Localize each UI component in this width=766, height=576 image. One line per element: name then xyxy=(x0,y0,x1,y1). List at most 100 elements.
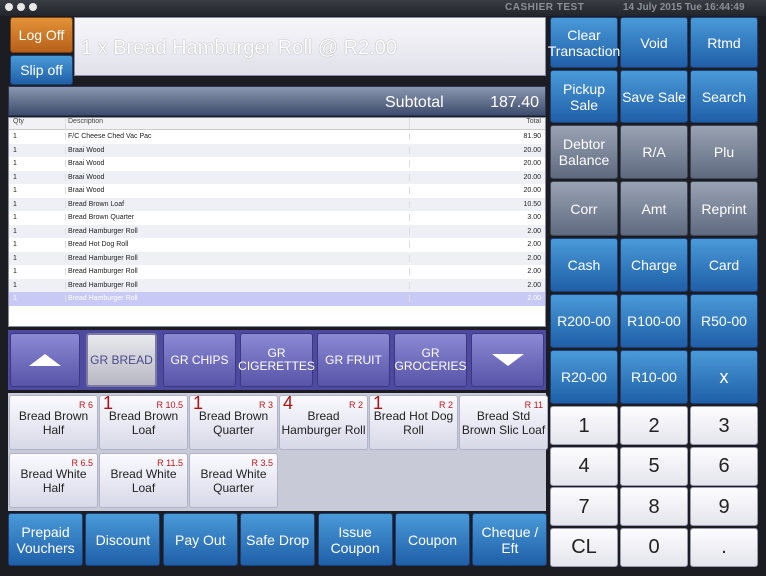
row-description: Braai Wood xyxy=(65,187,409,195)
product-name: Bread Hot Dog Roll xyxy=(373,408,454,437)
key-8[interactable]: 8 xyxy=(620,487,688,526)
decimal-key[interactable]: . xyxy=(690,527,758,567)
product-price: R 10.5 xyxy=(156,400,183,410)
row-qty: 1 xyxy=(13,160,17,168)
key-0[interactable]: 0 xyxy=(620,527,688,567)
description-header: Description xyxy=(65,118,409,129)
key-1[interactable]: 1 xyxy=(550,406,618,445)
r50-button[interactable]: R50-00 xyxy=(690,294,758,348)
row-total: 2.00 xyxy=(409,254,545,262)
table-row[interactable]: 1 Braai Wood 20.00 xyxy=(9,184,545,198)
arrow-down-icon xyxy=(491,354,524,366)
key-2[interactable]: 2 xyxy=(620,406,688,445)
product-button[interactable]: Bread Brown Half R 6 xyxy=(9,395,98,450)
row-total: 2.00 xyxy=(409,281,545,289)
product-button[interactable]: Bread White Quarter R 3.5 xyxy=(189,453,278,508)
scroll-down-button[interactable] xyxy=(471,333,544,387)
product-button[interactable]: Bread Std Brown Slic Loaf R 11 xyxy=(459,395,548,450)
row-description: Bread Hamburger Roll xyxy=(65,268,409,276)
table-row[interactable]: 1 Bread Brown Loaf 10.50 xyxy=(9,197,545,211)
category-gr-cigerettes[interactable]: GR CIGERETTES xyxy=(238,333,315,387)
product-button[interactable]: Bread Hot Dog Roll R 2 1 xyxy=(369,394,458,450)
search-button[interactable]: Search xyxy=(690,70,758,123)
r10-button[interactable]: R10-00 xyxy=(620,350,688,404)
category-gr-groceries[interactable]: GR GROCERIES xyxy=(394,333,467,387)
void-button[interactable]: Void xyxy=(620,17,688,68)
cheque-eft-button[interactable]: Cheque / Eft xyxy=(472,513,548,566)
key-7[interactable]: 7 xyxy=(550,487,618,526)
pay-out-button[interactable]: Pay Out xyxy=(162,513,238,566)
row-qty: 1 xyxy=(13,187,17,195)
table-row[interactable]: 1 Bread Hot Dog Roll 2.00 xyxy=(9,238,545,252)
clear-transaction-button[interactable]: Clear Transaction xyxy=(548,17,620,68)
table-row[interactable]: 1 F/C Cheese Ched Vac Pac 81.90 xyxy=(9,130,545,144)
discount-button[interactable]: Discount xyxy=(85,513,161,566)
r100-button[interactable]: R100-00 xyxy=(620,294,688,348)
product-button[interactable]: Bread Brown Quarter R 3 1 xyxy=(189,394,278,450)
r200-button[interactable]: R200-00 xyxy=(550,294,618,348)
issue-coupon-button[interactable]: Issue Coupon xyxy=(317,513,393,566)
subtotal-label: Subtotal xyxy=(385,94,444,111)
row-qty: 1 xyxy=(13,281,17,289)
safe-drop-button[interactable]: Safe Drop xyxy=(240,513,316,566)
debtor-balance-button[interactable]: Debtor Balance xyxy=(550,125,618,179)
table-row[interactable]: 1 Bread Hamburger Roll 2.00 xyxy=(9,224,545,238)
product-button[interactable]: Bread White Half R 6.5 xyxy=(9,453,98,508)
table-row[interactable]: 1 Bread Hamburger Roll 2.00 xyxy=(9,278,545,292)
save-sale-button[interactable]: Save Sale xyxy=(620,70,688,123)
window-dot-icon[interactable] xyxy=(17,3,25,11)
prepaid-vouchers-button[interactable]: Prepaid Vouchers xyxy=(8,513,83,566)
row-qty: 1 xyxy=(13,133,17,141)
product-qty-badge: 1 xyxy=(103,393,114,413)
table-row[interactable]: 1 Braai Wood 20.00 xyxy=(9,143,545,157)
charge-button[interactable]: Charge xyxy=(620,238,688,292)
key-6[interactable]: 6 xyxy=(690,446,758,486)
card-button[interactable]: Card xyxy=(690,238,758,292)
window-dot-icon[interactable] xyxy=(5,3,13,11)
row-description: Braai Wood xyxy=(65,160,409,168)
product-button[interactable]: Bread Brown Loaf R 10.5 1 xyxy=(99,393,188,450)
pickup-sale-button[interactable]: Pickup Sale xyxy=(550,70,618,123)
key-5[interactable]: 5 xyxy=(620,446,688,486)
log-off-button[interactable]: Log Off xyxy=(10,17,73,53)
category-panel: GR BREAD GR CHIPS GR CIGERETTES GR FRUIT… xyxy=(8,330,546,390)
row-description: Bread Hamburger Roll xyxy=(65,254,409,262)
category-gr-fruit[interactable]: GR FRUIT xyxy=(317,333,390,387)
clear-key[interactable]: CL xyxy=(550,527,618,567)
key-3[interactable]: 3 xyxy=(690,406,758,445)
table-row[interactable]: 1 Braai Wood 20.00 xyxy=(9,170,545,184)
table-row[interactable]: 1 Bread Hamburger Roll 2.00 xyxy=(9,292,545,306)
category-gr-bread[interactable]: GR BREAD xyxy=(86,333,157,387)
multiply-button[interactable]: x xyxy=(690,350,758,404)
product-button[interactable]: Bread Hamburger Roll R 2 4 xyxy=(279,394,368,450)
amt-button[interactable]: Amt xyxy=(620,181,688,236)
grid-header: Qty Description Total xyxy=(9,118,545,130)
row-qty: 1 xyxy=(13,200,17,208)
total-header: Total xyxy=(409,118,545,129)
row-total: 2.00 xyxy=(409,295,545,303)
key-4[interactable]: 4 xyxy=(550,446,618,486)
reprint-button[interactable]: Reprint xyxy=(690,181,758,236)
plu-button[interactable]: Plu xyxy=(690,125,758,179)
corr-button[interactable]: Corr xyxy=(550,181,618,236)
product-name: Bread White Loaf xyxy=(110,466,177,495)
window-controls[interactable] xyxy=(5,3,37,11)
product-price: R 3.5 xyxy=(251,458,273,468)
coupon-button[interactable]: Coupon xyxy=(395,513,470,566)
category-gr-chips[interactable]: GR CHIPS xyxy=(163,333,236,387)
window-dot-icon[interactable] xyxy=(29,3,37,11)
product-button[interactable]: Bread White Loaf R 11.5 xyxy=(99,453,188,508)
table-row[interactable]: 1 Bread Brown Quarter 3.00 xyxy=(9,211,545,225)
table-row[interactable]: 1 Braai Wood 20.00 xyxy=(9,157,545,171)
product-price: R 3 xyxy=(258,400,273,410)
rtmd-button[interactable]: Rtmd xyxy=(690,17,758,68)
cash-button[interactable]: Cash xyxy=(550,238,618,292)
table-row[interactable]: 1 Bread Hamburger Roll 2.00 xyxy=(9,251,545,265)
transaction-grid[interactable]: Qty Description Total 1 F/C Cheese Ched V… xyxy=(8,117,546,327)
ra-button[interactable]: R/A xyxy=(620,125,688,179)
table-row[interactable]: 1 Bread Hamburger Roll 2.00 xyxy=(9,265,545,279)
slip-off-button[interactable]: Slip off xyxy=(10,55,73,85)
scroll-up-button[interactable] xyxy=(10,333,80,387)
r20-button[interactable]: R20-00 xyxy=(550,350,618,404)
key-9[interactable]: 9 xyxy=(690,487,758,526)
